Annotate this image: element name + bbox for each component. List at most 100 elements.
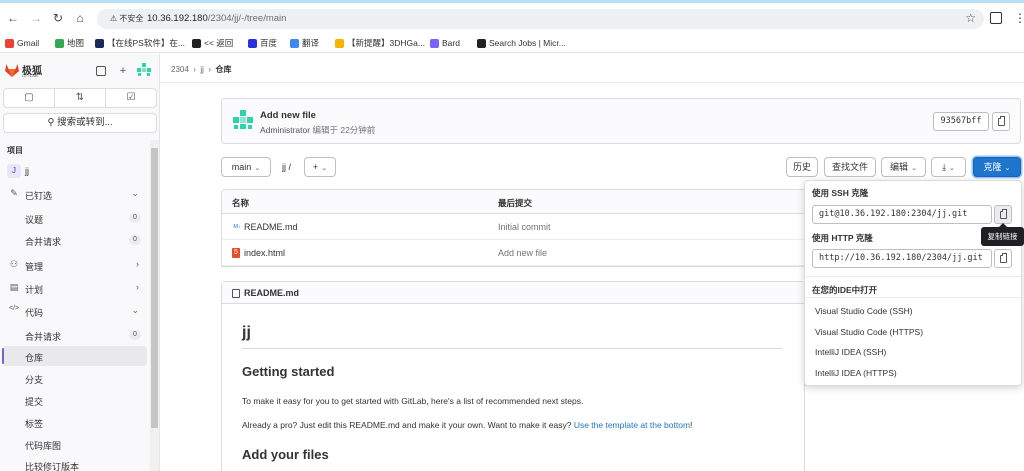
bookmark-item[interactable]: 【在线PS软件】在... <box>95 37 185 49</box>
sidebar-item-label: 比较修订版本 <box>25 462 80 471</box>
file-name-link[interactable]: index.html <box>244 248 285 258</box>
merge-requests-shortcut-icon[interactable]: ⇅ <box>55 89 106 107</box>
bookmark-label: 翻译 <box>302 38 320 48</box>
sidebar-item-7[interactable]: 仓库 <box>2 346 147 366</box>
dropdown-divider <box>805 297 1021 298</box>
sidebar-item-2[interactable]: 合并请求 0 <box>3 230 147 250</box>
forward-icon[interactable]: → <box>28 10 44 26</box>
open-in-ide-label: 在您的IDE中打开 <box>812 285 878 295</box>
clone-button[interactable]: 克隆 ⌄ <box>973 157 1021 177</box>
download-dropdown-button[interactable]: ⤓ ⌄ <box>931 157 966 177</box>
ide-intellij-https[interactable]: IntelliJ IDEA (HTTPS) <box>815 368 897 378</box>
table-row[interactable]: M↓ README.md Initial commit <box>222 214 804 240</box>
sidebar-item-5[interactable]: </> 代码 ⌄ <box>3 301 147 321</box>
back-icon[interactable]: ← <box>5 10 21 26</box>
commit-author[interactable]: Administrator <box>260 125 310 135</box>
bookmark-item[interactable]: 【新提醒】3DHGa... <box>335 37 425 49</box>
bookmark-item[interactable]: 地图 <box>55 37 84 49</box>
bookmark-item[interactable]: Gmail <box>5 37 39 49</box>
file-name-link[interactable]: README.md <box>244 222 298 232</box>
find-file-button[interactable]: 查找文件 <box>824 157 876 177</box>
bookmark-favicon-icon <box>55 38 64 48</box>
chevron-icon: › <box>136 259 139 269</box>
bookmark-label: << 返回 <box>204 38 234 48</box>
user-avatar-icon[interactable] <box>137 63 151 77</box>
copy-http-url-button[interactable] <box>994 249 1012 268</box>
last-commit-panel: Add new file Administrator 编辑于 22分钟前 935… <box>221 98 1021 144</box>
reload-icon[interactable]: ↻ <box>50 10 66 26</box>
code-icon: </> <box>9 305 20 312</box>
edit-dropdown-button[interactable]: 编辑 ⌄ <box>881 157 926 177</box>
sidebar-item-label: 仓库 <box>25 353 44 363</box>
bookmark-item[interactable]: << 返回 <box>192 37 233 49</box>
template-link[interactable]: Use the template at the bottom <box>574 420 690 430</box>
count-badge: 0 <box>129 213 141 223</box>
gitlab-logo-icon[interactable] <box>4 63 20 77</box>
breadcrumb-group[interactable]: 2304 <box>171 65 189 74</box>
file-last-commit-link[interactable]: Initial commit <box>498 222 551 232</box>
sidebar-scrollbar-thumb[interactable] <box>151 148 158 428</box>
home-icon[interactable]: ⌂ <box>72 10 88 26</box>
sidebar-item-label: 合并请求 <box>25 237 62 247</box>
bookmark-item[interactable]: Search Jobs | Micr... <box>477 37 566 49</box>
sidebar-item-8[interactable]: 分支 <box>3 368 147 388</box>
address-bar[interactable]: ⚠ 不安全 10.36.192.180/2304/jj/-/tree/main … <box>97 9 984 29</box>
extensions-icon[interactable] <box>990 12 1002 24</box>
count-badge: 0 <box>129 235 141 245</box>
ide-vscode-https[interactable]: Visual Studio Code (HTTPS) <box>815 327 923 337</box>
table-row[interactable]: 5 index.html Add new file <box>222 240 804 266</box>
chevron-icon: ⌄ <box>131 305 139 315</box>
commit-title[interactable]: Add new file <box>260 110 316 121</box>
readme-title-rule <box>242 348 782 349</box>
bookmark-item[interactable]: 翻译 <box>290 37 319 49</box>
sidebar-item-3[interactable]: ⚇ 管理 › <box>3 255 147 275</box>
search-or-go-button[interactable]: ⚲ 搜索或转到... <box>3 113 157 133</box>
sidebar-item-6[interactable]: 合并请求 0 <box>3 325 147 345</box>
copy-sha-button[interactable] <box>992 112 1010 131</box>
issues-shortcut-icon[interactable]: ▢ <box>4 89 55 107</box>
ide-vscode-ssh[interactable]: Visual Studio Code (SSH) <box>815 306 913 316</box>
sidebar-item-4[interactable]: ▤ 计划 › <box>3 278 147 298</box>
create-new-icon[interactable]: + <box>117 65 129 77</box>
bookmark-label: 百度 <box>260 38 278 48</box>
sidebar-item-0[interactable]: ✎ 已钉选 ⌄ <box>3 184 147 204</box>
commit-sha[interactable]: 93567bff <box>933 112 989 131</box>
project-link[interactable]: J jj <box>3 162 147 180</box>
count-badge: 0 <box>129 330 141 340</box>
bookmark-item[interactable]: 百度 <box>248 37 277 49</box>
todo-shortcut-icon[interactable]: ☑ <box>106 89 156 107</box>
history-button[interactable]: 历史 <box>786 157 818 177</box>
sidebar-item-label: 代码 <box>25 308 44 318</box>
sidebar-scrollbar[interactable] <box>150 140 159 471</box>
http-clone-url-field[interactable]: http://10.36.192.180/2304/jj.git <box>812 249 992 268</box>
dropdown-divider <box>805 276 1021 277</box>
bookmark-star-icon[interactable]: ☆ <box>965 11 976 25</box>
bookmark-label: 【新提醒】3DHGa... <box>347 38 425 48</box>
commit-author-avatar[interactable] <box>232 109 254 131</box>
breadcrumb-current: 仓库 <box>215 65 232 74</box>
collapse-sidebar-icon[interactable] <box>96 66 106 76</box>
sidebar-item-10[interactable]: 标签 <box>3 412 147 432</box>
bookmark-item[interactable]: Bard <box>430 37 460 49</box>
breadcrumb-project[interactable]: jj <box>200 65 204 74</box>
url-text: 10.36.192.180/2304/jj/-/tree/main <box>147 13 287 24</box>
ssh-clone-url-field[interactable]: git@10.36.192.180:2304/jj.git <box>812 205 992 224</box>
sidebar-item-9[interactable]: 提交 <box>3 390 147 410</box>
download-icon: ⤓ <box>942 162 947 172</box>
bookmark-label: 地图 <box>67 38 85 48</box>
commit-time: 22分钟前 <box>340 125 376 135</box>
sidebar-item-1[interactable]: 议题 0 <box>3 208 147 228</box>
readme-filename[interactable]: README.md <box>244 288 299 298</box>
branch-selector[interactable]: main ⌄ <box>221 157 271 177</box>
breadcrumb: 2304 › jj › 仓库 <box>171 65 232 74</box>
sidebar-item-12[interactable]: 比较修订版本 <box>3 455 147 471</box>
file-last-commit-link[interactable]: Add new file <box>498 248 547 258</box>
add-to-tree-button[interactable]: + ⌄ <box>304 157 336 177</box>
security-warning[interactable]: ⚠ 不安全 <box>105 12 148 26</box>
readme-heading-getting-started: Getting started <box>242 364 335 379</box>
sidebar-item-11[interactable]: 代码库图 <box>3 434 147 454</box>
browser-menu-icon[interactable]: ⋮ <box>1014 11 1024 25</box>
copy-ssh-url-button[interactable] <box>994 205 1012 224</box>
ide-intellij-ssh[interactable]: IntelliJ IDEA (SSH) <box>815 347 886 357</box>
section-label-project: 项目 <box>7 146 23 155</box>
